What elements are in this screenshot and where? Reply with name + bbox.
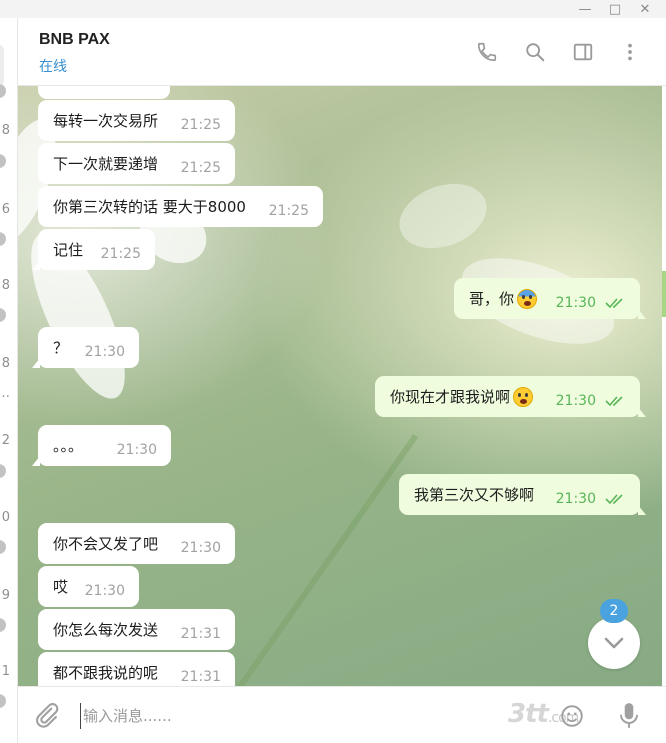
message-time: 21:25 xyxy=(268,203,309,219)
message-text: 每转一次交易所 xyxy=(53,112,159,130)
chat-list-meta: 6 xyxy=(1,202,10,217)
scroll-to-bottom-button[interactable] xyxy=(588,617,640,669)
message-time: 21:30 xyxy=(555,491,596,507)
chat-list-partial: 8 6 8 8 … 2 0 9 1 xyxy=(0,18,18,743)
chat-list-meta: 2 xyxy=(1,433,10,448)
message-bubble-incoming[interactable]: 每转一次交易所 21:25 xyxy=(38,100,235,141)
double-check-icon xyxy=(605,396,623,407)
scream-emoji-icon xyxy=(517,288,538,309)
chat-header: BNB PAX 在线 xyxy=(18,18,666,86)
chat-list-avatar[interactable] xyxy=(0,464,6,478)
message-bubble-incoming[interactable]: 。。。 21:30 xyxy=(32,425,171,466)
background-stem xyxy=(223,434,419,686)
close-button[interactable]: ✕ xyxy=(630,0,660,18)
chat-list-meta: 9 xyxy=(1,588,10,603)
message-bubble-outgoing[interactable]: 我第三次又不够啊 21:30 xyxy=(399,474,646,515)
unread-count-badge: 2 xyxy=(600,599,628,623)
message-text: 记住 xyxy=(53,241,84,259)
chat-list-avatar[interactable] xyxy=(0,154,6,168)
crying-emoji-icon xyxy=(513,386,534,407)
peer-status: 在线 xyxy=(39,59,67,75)
message-text: 。。。 xyxy=(53,437,84,455)
message-history[interactable]: 每转一次交易所 21:25 下一次就要递增 21:25 你第三次转的话 要大于8… xyxy=(18,86,662,686)
message-text: 你现在才跟我说啊 xyxy=(390,388,511,406)
message-bubble-incoming[interactable] xyxy=(38,86,170,99)
message-bubble-incoming[interactable]: 都不跟我说的呢 21:31 xyxy=(38,652,235,686)
message-bubble-outgoing[interactable]: 你现在才跟我说啊 21:30 xyxy=(375,376,646,417)
peer-name[interactable]: BNB PAX xyxy=(39,31,110,49)
message-text: 你第三次转的话 要大于8000 xyxy=(53,198,246,216)
background-petal xyxy=(390,172,496,260)
maximize-button[interactable]: □ xyxy=(600,0,630,18)
message-bubble-incoming[interactable]: ？ 21:30 xyxy=(32,327,139,368)
message-bubble-incoming[interactable]: 你怎么每次发送 21:31 xyxy=(38,609,235,650)
message-text: ？ xyxy=(53,339,69,357)
bubble-tail xyxy=(32,456,40,466)
message-text: 我第三次又不够啊 xyxy=(414,486,535,504)
message-time: 21:25 xyxy=(100,246,141,262)
composer-bar: 3tt.com xyxy=(18,686,666,743)
chevron-down-icon xyxy=(604,637,624,649)
bubble-tail xyxy=(638,505,646,515)
attach-icon[interactable] xyxy=(32,701,60,729)
chat-list-meta: … xyxy=(0,386,10,401)
chat-list-meta: 1 xyxy=(1,664,10,679)
chat-list-avatar[interactable] xyxy=(0,232,6,246)
minimize-button[interactable]: — xyxy=(570,0,600,18)
microphone-icon[interactable] xyxy=(616,701,642,731)
message-time: 21:30 xyxy=(555,295,596,311)
message-text: 哎 xyxy=(53,578,69,596)
chat-list-avatar[interactable] xyxy=(0,694,6,708)
bubble-tail xyxy=(638,309,646,319)
double-check-icon xyxy=(605,298,623,309)
message-bubble-incoming[interactable]: 你不会又发了吧 21:30 xyxy=(38,523,235,564)
message-input[interactable] xyxy=(80,703,500,729)
search-icon[interactable] xyxy=(521,38,549,66)
message-time: 21:31 xyxy=(180,626,221,642)
adjacent-bubble-edge xyxy=(662,271,666,317)
message-text: 都不跟我说的呢 xyxy=(53,664,159,682)
bubble-tail xyxy=(638,407,646,417)
chat-list-avatar[interactable] xyxy=(0,540,6,554)
bubble-tail xyxy=(32,260,40,270)
message-text: 下一次就要递增 xyxy=(53,155,159,173)
chat-list-meta: 8 xyxy=(1,123,10,138)
adjacent-panel-edge xyxy=(662,86,666,686)
emoji-icon[interactable] xyxy=(559,703,585,729)
message-time: 21:30 xyxy=(84,344,125,360)
message-time: 21:30 xyxy=(84,583,125,599)
message-bubble-incoming[interactable]: 你第三次转的话 要大于8000 21:25 xyxy=(38,186,323,227)
message-bubble-incoming[interactable]: 下一次就要递增 21:25 xyxy=(38,143,235,184)
message-text: 你怎么每次发送 xyxy=(53,621,159,639)
phone-icon[interactable] xyxy=(473,38,501,66)
message-text: 你不会又发了吧 xyxy=(53,535,159,553)
message-time: 21:25 xyxy=(180,160,221,176)
chat-list-avatar[interactable] xyxy=(0,84,6,98)
chat-list-avatar[interactable] xyxy=(0,618,6,632)
chat-list-selection xyxy=(0,44,4,88)
message-time: 21:31 xyxy=(180,669,221,685)
message-text: 哥，你 xyxy=(469,290,515,308)
message-bubble-incoming[interactable]: 哎 21:30 xyxy=(38,566,139,607)
chat-list-meta: 0 xyxy=(1,510,10,525)
message-time: 21:30 xyxy=(116,442,157,458)
chat-list-meta: 8 xyxy=(1,278,10,293)
more-vertical-icon[interactable] xyxy=(616,38,644,66)
message-time: 21:30 xyxy=(180,540,221,556)
double-check-icon xyxy=(605,494,623,505)
message-bubble-incoming[interactable]: 记住 21:25 xyxy=(32,229,155,270)
window-titlebar: — □ ✕ xyxy=(0,0,666,18)
message-time: 21:25 xyxy=(180,117,221,133)
chat-list-meta: 8 xyxy=(1,356,10,371)
message-time: 21:30 xyxy=(555,393,596,409)
sidebar-toggle-icon[interactable] xyxy=(569,38,597,66)
chat-list-avatar[interactable] xyxy=(0,308,6,322)
bubble-tail xyxy=(32,358,40,368)
message-bubble-outgoing[interactable]: 哥，你 21:30 xyxy=(454,278,646,319)
